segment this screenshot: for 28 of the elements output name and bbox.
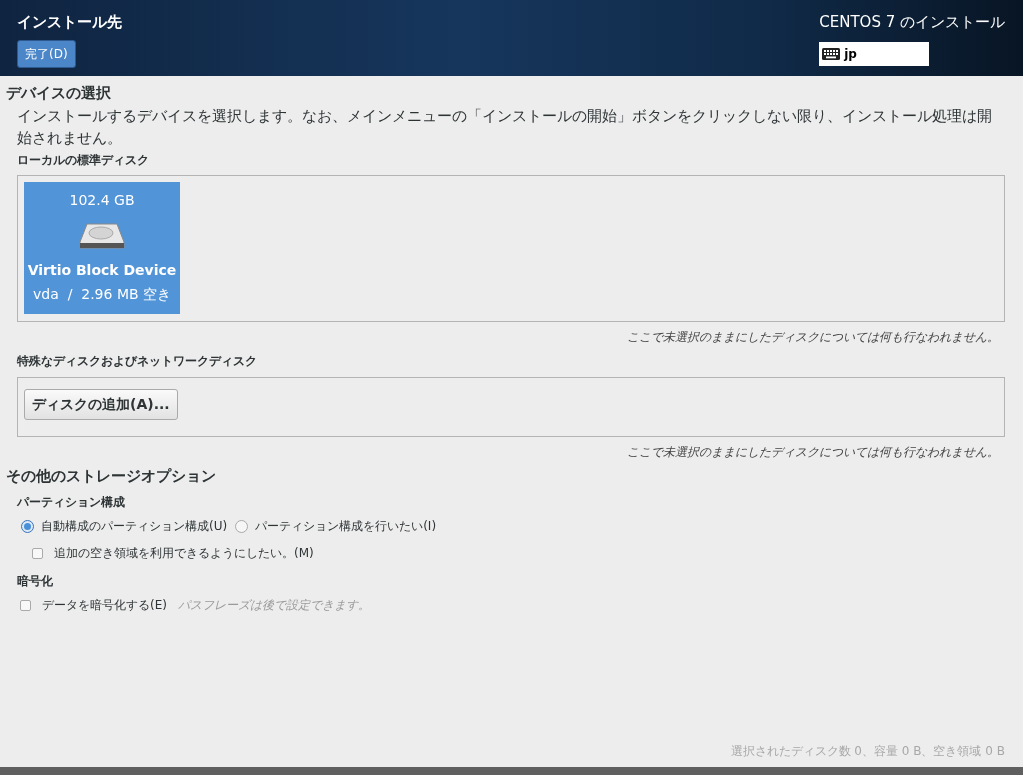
disk-detail: vda / 2.96 MB 空き bbox=[33, 284, 171, 304]
checkbox-label: 追加の空き領域を利用できるようにしたい。(M) bbox=[54, 545, 314, 562]
keyboard-layout-value: jp bbox=[844, 45, 857, 63]
checkbox-label: データを暗号化する(E) bbox=[42, 597, 167, 614]
description-text: インストールするデバイスを選択します。なお、メインメニューの「インストールの開始」ボタンをクリックしない限り、インストール処理は開始されません。 bbox=[16, 105, 993, 149]
done-button[interactable]: 完了(D) bbox=[17, 39, 76, 68]
section-heading: その他のストレージオプション bbox=[6, 465, 217, 487]
radio-label: 自動構成のパーティション構成(U) bbox=[41, 518, 228, 535]
subsection-heading: 暗号化 bbox=[16, 573, 54, 590]
checkbox[interactable] bbox=[32, 547, 43, 559]
radio-button[interactable] bbox=[21, 519, 34, 533]
hint-text: パスフレーズは後で設定できます。 bbox=[177, 597, 370, 614]
page-title: インストール先 bbox=[17, 12, 122, 33]
keyboard-layout-field[interactable]: jp bbox=[819, 41, 930, 66]
section-heading: デバイスの選択 bbox=[6, 83, 112, 104]
add-disk-button[interactable]: ディスクの追加(A)... bbox=[24, 388, 178, 420]
subsection-heading: パーティション構成 bbox=[16, 494, 126, 511]
checkbox[interactable] bbox=[20, 599, 31, 611]
radio-label: パーティション構成を行いたい(I) bbox=[255, 518, 437, 535]
keyboard-icon bbox=[822, 47, 841, 60]
radio-button[interactable] bbox=[235, 519, 249, 533]
disk-size: 102.4 GB bbox=[69, 190, 135, 210]
disk-name: Virtio Block Device bbox=[27, 260, 177, 280]
subsection-heading: 特殊なディスクおよびネットワークディスク bbox=[16, 352, 258, 370]
product-title: CENTOS 7 のインストール bbox=[819, 12, 1005, 33]
subsection-heading: ローカルの標準ディスク bbox=[16, 151, 150, 169]
disk-note: ここで未選択のままにしたディスクについては何も行なわれません。 bbox=[627, 328, 999, 346]
disk-note: ここで未選択のままにしたディスクについては何も行なわれません。 bbox=[627, 443, 999, 461]
